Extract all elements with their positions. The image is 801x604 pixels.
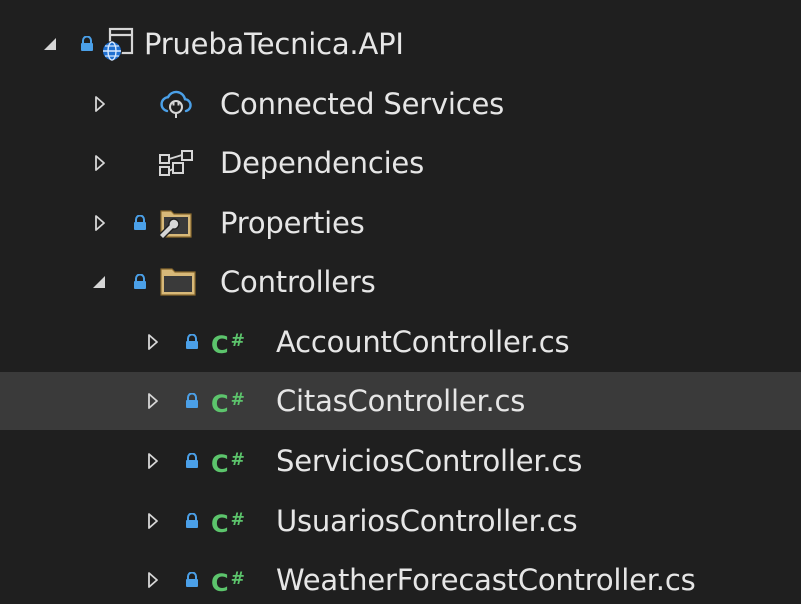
dependencies-icon — [158, 149, 194, 177]
lock-icon — [133, 274, 147, 289]
csharp-file-icon: C # — [211, 510, 245, 538]
file-label: CitasController.cs — [276, 384, 526, 418]
expanded-arrow-icon[interactable] — [44, 38, 56, 50]
csharp-file-icon: C # — [211, 390, 245, 418]
file-label: ServiciosController.cs — [276, 444, 583, 478]
web-project-icon — [101, 27, 135, 63]
collapsed-arrow-icon[interactable] — [95, 96, 105, 112]
file-label: UsuariosController.cs — [276, 504, 578, 538]
csharp-file-icon: C # — [211, 450, 245, 478]
lock-icon — [185, 393, 199, 408]
tree-row-connected-services[interactable]: Connected Services — [0, 75, 801, 133]
tree-row-properties[interactable]: Properties — [0, 194, 801, 252]
tree-row-file[interactable]: C # AccountController.cs — [0, 313, 801, 371]
collapsed-arrow-icon[interactable] — [95, 215, 105, 231]
collapsed-arrow-icon[interactable] — [148, 453, 158, 469]
lock-icon — [185, 513, 199, 528]
properties-folder-icon — [155, 207, 195, 241]
controllers-label: Controllers — [220, 265, 376, 299]
collapsed-arrow-icon[interactable] — [148, 513, 158, 529]
expanded-arrow-icon[interactable] — [93, 276, 105, 288]
collapsed-arrow-icon[interactable] — [148, 572, 158, 588]
tree-row-project[interactable]: PruebaTecnica.API — [0, 15, 801, 73]
file-label: AccountController.cs — [276, 325, 570, 359]
lock-icon — [133, 215, 147, 230]
connected-services-label: Connected Services — [220, 87, 505, 121]
collapsed-arrow-icon[interactable] — [95, 155, 105, 171]
lock-icon — [185, 453, 199, 468]
csharp-file-icon: C # — [211, 569, 245, 597]
tree-row-controllers[interactable]: Controllers — [0, 253, 801, 311]
dependencies-label: Dependencies — [220, 146, 424, 180]
collapsed-arrow-icon[interactable] — [148, 393, 158, 409]
tree-row-file[interactable]: C # ServiciosController.cs — [0, 432, 801, 490]
folder-icon — [158, 266, 198, 298]
file-label: WeatherForecastController.cs — [276, 563, 696, 597]
project-label: PruebaTecnica.API — [144, 27, 404, 61]
lock-icon — [185, 572, 199, 587]
tree-row-file[interactable]: C # WeatherForecastController.cs — [0, 551, 801, 604]
cloud-plug-icon — [158, 89, 194, 119]
tree-row-file-selected[interactable]: C # CitasController.cs — [0, 372, 801, 430]
lock-icon — [185, 334, 199, 349]
collapsed-arrow-icon[interactable] — [148, 334, 158, 350]
solution-explorer-tree: PruebaTecnica.API Connected Services Dep… — [0, 0, 801, 604]
csharp-file-icon: C # — [211, 331, 245, 359]
lock-icon — [80, 36, 94, 51]
tree-row-dependencies[interactable]: Dependencies — [0, 134, 801, 192]
properties-label: Properties — [220, 206, 365, 240]
tree-row-file[interactable]: C # UsuariosController.cs — [0, 492, 801, 550]
